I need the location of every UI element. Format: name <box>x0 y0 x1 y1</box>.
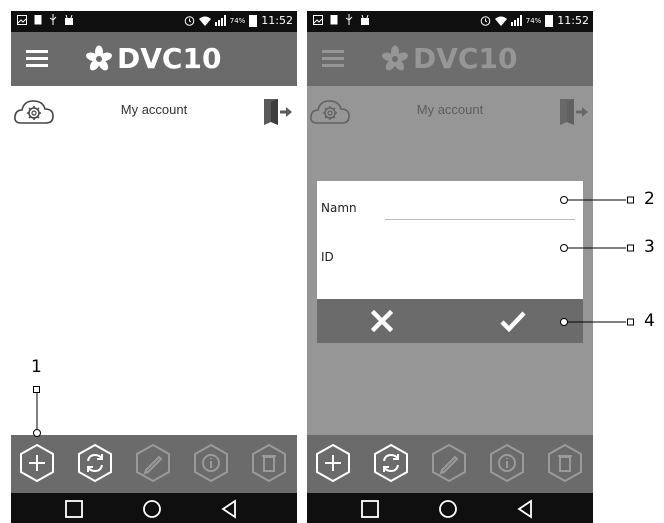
id-field-label: ID <box>321 250 334 264</box>
alarm-icon <box>480 16 491 26</box>
menu-icon[interactable] <box>26 50 48 67</box>
alarm-icon <box>184 16 195 26</box>
image-notification-icon <box>313 14 323 25</box>
wifi-icon <box>494 16 507 26</box>
callout-label-2: 2 <box>644 189 655 209</box>
confirm-icon[interactable] <box>500 310 526 332</box>
edit-icon <box>432 443 466 483</box>
home-icon[interactable] <box>438 499 458 519</box>
name-field[interactable] <box>385 219 575 220</box>
callout-label-4: 4 <box>644 311 655 331</box>
battery-percent: 74% <box>229 16 246 25</box>
clipboard-notification-icon <box>34 15 42 25</box>
battery-icon <box>545 14 554 27</box>
delete-icon <box>252 443 286 483</box>
back-icon[interactable] <box>219 499 239 519</box>
sync-icon <box>374 443 408 483</box>
app-logo: DVC10 <box>85 42 221 75</box>
add-icon[interactable] <box>17 443 57 483</box>
add-icon <box>316 443 350 483</box>
bottom-toolbar <box>307 435 593 493</box>
cancel-icon[interactable] <box>371 310 393 332</box>
fan-logo-icon <box>86 45 112 70</box>
usb-icon <box>49 14 57 25</box>
status-bar: 74% 11:52 <box>307 11 593 32</box>
wifi-icon <box>198 16 211 26</box>
add-device-dialog: Namn ID <box>317 181 583 343</box>
signal-icon <box>214 15 226 26</box>
app-bar: DVC10 <box>11 32 297 86</box>
info-icon <box>490 443 524 483</box>
clipboard-notification-icon <box>330 15 338 25</box>
id-field[interactable] <box>385 269 575 270</box>
clock-time: 11:52 <box>557 14 589 27</box>
battery-icon <box>249 14 258 27</box>
recent-apps-icon[interactable] <box>360 499 380 519</box>
sync-icon[interactable] <box>75 443 115 483</box>
system-nav-bar <box>307 493 593 523</box>
image-notification-icon <box>17 14 27 25</box>
page-title: My account <box>120 102 188 117</box>
name-field-label: Namn <box>321 201 357 215</box>
account-header: My account <box>11 86 297 132</box>
recent-apps-icon[interactable] <box>64 499 84 519</box>
signal-icon <box>510 15 522 26</box>
home-icon[interactable] <box>142 499 162 519</box>
callout-label-3: 3 <box>644 237 655 257</box>
logout-icon[interactable] <box>261 96 293 128</box>
delete-icon <box>548 443 582 483</box>
battery-percent: 74% <box>525 16 542 25</box>
app-name: DVC10 <box>117 42 222 75</box>
phone-screen-add-device-dialog: 74% 11:52 DVC10 <box>307 11 593 523</box>
clock-time: 11:52 <box>261 14 293 27</box>
status-bar: 74% 11:52 <box>11 11 297 32</box>
phone-screen-account: 74% 11:52 DVC10 My account <box>11 11 297 523</box>
bottom-toolbar <box>11 435 297 493</box>
info-icon <box>194 443 228 483</box>
dialog-actions <box>317 299 583 343</box>
android-debug-icon <box>361 14 369 25</box>
usb-icon <box>345 14 353 25</box>
edit-icon <box>136 443 170 483</box>
callout-label-1: 1 <box>31 357 42 377</box>
android-debug-icon <box>65 14 73 25</box>
back-icon[interactable] <box>515 499 535 519</box>
system-nav-bar <box>11 493 297 523</box>
